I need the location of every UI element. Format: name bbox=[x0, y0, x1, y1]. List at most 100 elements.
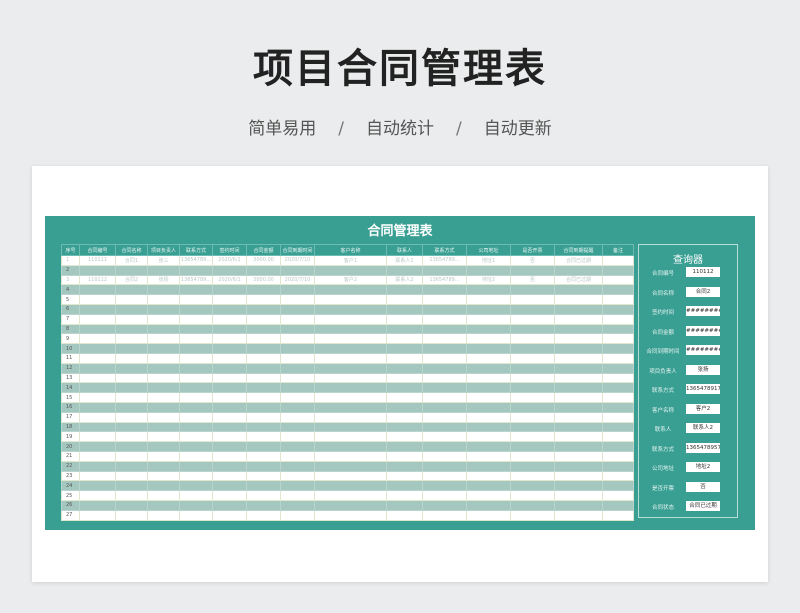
table-cell[interactable] bbox=[314, 431, 387, 443]
table-cell[interactable] bbox=[246, 294, 281, 305]
table-cell[interactable] bbox=[246, 470, 281, 482]
table-cell[interactable] bbox=[79, 401, 116, 413]
table-cell[interactable] bbox=[246, 441, 281, 452]
table-cell[interactable]: 合同2 bbox=[115, 274, 148, 286]
table-cell[interactable] bbox=[386, 460, 423, 472]
table-cell[interactable] bbox=[79, 343, 116, 354]
table-cell[interactable] bbox=[422, 411, 467, 423]
table-cell[interactable] bbox=[314, 441, 387, 452]
table-cell[interactable]: 13654789... bbox=[179, 274, 213, 286]
table-cell[interactable]: 地址2 bbox=[466, 274, 511, 286]
table-cell[interactable] bbox=[147, 401, 180, 413]
table-cell[interactable] bbox=[314, 401, 387, 413]
table-cell[interactable] bbox=[466, 441, 511, 452]
table-cell[interactable] bbox=[466, 372, 511, 384]
table-cell[interactable] bbox=[314, 294, 387, 305]
table-cell[interactable] bbox=[386, 343, 423, 354]
table-cell[interactable] bbox=[115, 362, 148, 374]
table-cell[interactable] bbox=[386, 352, 423, 364]
table-cell[interactable] bbox=[115, 392, 148, 403]
table-cell[interactable] bbox=[466, 421, 511, 433]
column-header[interactable]: 合同名称 bbox=[115, 244, 148, 256]
table-cell[interactable] bbox=[147, 343, 180, 354]
table-cell[interactable] bbox=[554, 362, 603, 374]
table-cell[interactable] bbox=[510, 499, 555, 511]
column-header[interactable]: 备注 bbox=[602, 244, 634, 256]
table-cell[interactable] bbox=[280, 480, 315, 492]
table-cell[interactable] bbox=[466, 323, 511, 335]
table-cell[interactable] bbox=[147, 509, 180, 521]
table-cell[interactable] bbox=[602, 352, 634, 364]
table-cell[interactable] bbox=[602, 490, 634, 501]
table-cell[interactable] bbox=[115, 372, 148, 384]
table-cell[interactable] bbox=[466, 303, 511, 315]
table-cell[interactable] bbox=[466, 284, 511, 296]
table-cell[interactable] bbox=[386, 450, 423, 462]
table-cell[interactable] bbox=[554, 303, 603, 315]
table-cell[interactable] bbox=[212, 343, 247, 354]
column-header[interactable]: 客户名称 bbox=[314, 244, 387, 256]
table-cell[interactable] bbox=[79, 264, 116, 276]
query-field-value[interactable]: ######## bbox=[686, 325, 720, 336]
table-cell[interactable] bbox=[280, 323, 315, 335]
table-cell[interactable] bbox=[466, 333, 511, 345]
table-cell[interactable]: 张三 bbox=[147, 255, 180, 266]
table-cell[interactable] bbox=[212, 421, 247, 433]
column-header[interactable]: 合同到期时间 bbox=[280, 244, 315, 256]
table-cell[interactable] bbox=[212, 392, 247, 403]
table-cell[interactable] bbox=[115, 313, 148, 325]
query-field-value[interactable]: 客户2 bbox=[686, 403, 720, 414]
table-cell[interactable]: 3000.00 bbox=[246, 255, 281, 266]
table-cell[interactable] bbox=[386, 421, 423, 433]
table-cell[interactable] bbox=[246, 313, 281, 325]
table-cell[interactable] bbox=[422, 343, 467, 354]
table-cell[interactable] bbox=[466, 362, 511, 374]
table-cell[interactable] bbox=[246, 509, 281, 521]
table-cell[interactable] bbox=[422, 362, 467, 374]
table-cell[interactable] bbox=[212, 313, 247, 325]
table-cell[interactable] bbox=[510, 284, 555, 296]
table-cell[interactable] bbox=[179, 441, 213, 452]
column-header[interactable]: 签约时间 bbox=[212, 244, 247, 256]
table-cell[interactable] bbox=[280, 460, 315, 472]
table-cell[interactable] bbox=[280, 441, 315, 452]
table-cell[interactable] bbox=[212, 352, 247, 364]
table-cell[interactable] bbox=[79, 480, 116, 492]
table-cell[interactable] bbox=[147, 382, 180, 394]
table-cell[interactable] bbox=[554, 431, 603, 443]
table-cell[interactable] bbox=[314, 480, 387, 492]
table-cell[interactable] bbox=[554, 509, 603, 521]
table-cell[interactable] bbox=[212, 450, 247, 462]
table-cell[interactable] bbox=[115, 490, 148, 501]
table-cell[interactable] bbox=[147, 431, 180, 443]
table-cell[interactable] bbox=[115, 470, 148, 482]
column-header[interactable]: 联系人 bbox=[386, 244, 423, 256]
table-cell[interactable] bbox=[115, 401, 148, 413]
table-cell[interactable] bbox=[147, 264, 180, 276]
table-cell[interactable] bbox=[554, 460, 603, 472]
table-cell[interactable] bbox=[386, 372, 423, 384]
table-cell[interactable] bbox=[246, 284, 281, 296]
table-cell[interactable] bbox=[422, 313, 467, 325]
table-cell[interactable] bbox=[602, 303, 634, 315]
table-cell[interactable] bbox=[422, 509, 467, 521]
table-cell[interactable]: 110112 bbox=[79, 274, 116, 286]
table-cell[interactable] bbox=[79, 509, 116, 521]
table-cell[interactable] bbox=[386, 264, 423, 276]
table-cell[interactable] bbox=[466, 509, 511, 521]
table-cell[interactable] bbox=[212, 509, 247, 521]
table-cell[interactable] bbox=[79, 421, 116, 433]
table-cell[interactable] bbox=[212, 499, 247, 511]
table-cell[interactable] bbox=[179, 333, 213, 345]
table-cell[interactable] bbox=[510, 470, 555, 482]
table-cell[interactable] bbox=[510, 401, 555, 413]
table-cell[interactable] bbox=[466, 490, 511, 501]
query-field-value[interactable]: 合同2 bbox=[686, 286, 720, 297]
table-cell[interactable] bbox=[212, 284, 247, 296]
table-cell[interactable] bbox=[246, 362, 281, 374]
table-cell[interactable] bbox=[554, 284, 603, 296]
table-cell[interactable] bbox=[79, 392, 116, 403]
table-cell[interactable] bbox=[246, 323, 281, 335]
table-cell[interactable] bbox=[79, 333, 116, 345]
table-cell[interactable] bbox=[280, 313, 315, 325]
